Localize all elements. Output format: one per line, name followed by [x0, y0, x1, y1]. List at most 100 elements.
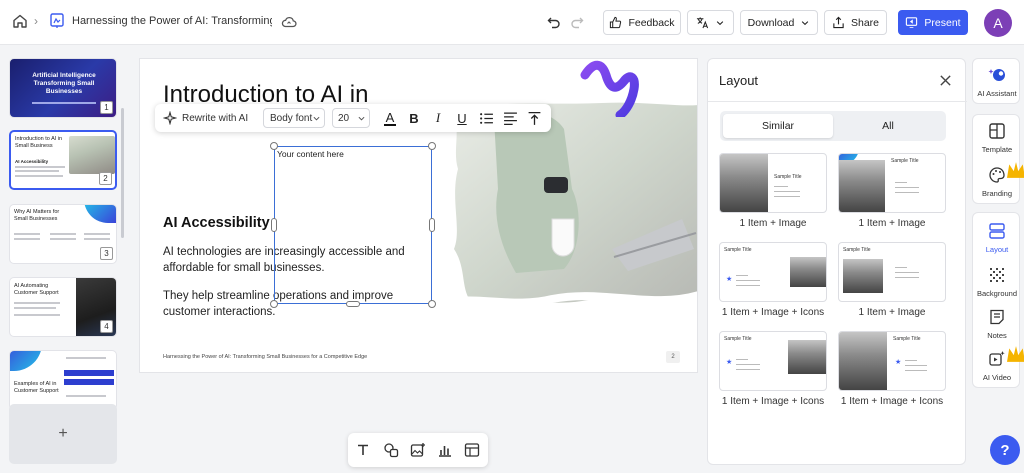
branding-button[interactable]: Branding	[973, 159, 1024, 203]
text-line	[736, 280, 760, 281]
layout-button[interactable]: Layout	[973, 215, 1021, 259]
resize-handle-bottom-left[interactable]	[270, 300, 278, 308]
text-color-button[interactable]: A	[381, 109, 399, 127]
layout-option-label: 1 Item + Image	[858, 218, 926, 229]
layout-option-1[interactable]: Sample Title	[719, 153, 827, 213]
redo-icon[interactable]	[569, 14, 585, 30]
thumbnail-title: AI Automating Customer Support	[14, 283, 59, 296]
insert-shape-button[interactable]	[382, 441, 400, 459]
slide-thumbnail-5[interactable]: Examples of AI in Customer Support	[9, 350, 117, 410]
insert-toolbar	[348, 433, 488, 467]
font-size-value: 20	[338, 112, 350, 124]
layout-sample-title: Sample Title	[891, 158, 919, 164]
notes-label: Notes	[987, 331, 1007, 340]
add-slide-button[interactable]: +	[9, 404, 117, 464]
underline-button[interactable]: U	[453, 109, 471, 127]
text-box-content[interactable]: Your content here	[277, 149, 344, 159]
bullet-list-button[interactable]	[477, 109, 495, 127]
layout-option-label: 1 Item + Image + Icons	[721, 396, 825, 407]
layout-sample-title: Sample Title	[724, 247, 752, 253]
layout-option-label: 1 Item + Image	[858, 307, 926, 318]
resize-handle-right[interactable]	[429, 218, 435, 232]
template-icon	[989, 123, 1005, 139]
slide-number: 4	[100, 320, 113, 333]
resize-handle-top-right[interactable]	[428, 142, 436, 150]
insert-image-button[interactable]	[409, 441, 427, 459]
vertical-align-button[interactable]	[525, 109, 543, 127]
help-button[interactable]: ?	[990, 435, 1020, 465]
text-line	[895, 182, 907, 183]
share-label: Share	[850, 16, 880, 29]
resize-handle-bottom[interactable]	[346, 301, 360, 307]
font-size-select[interactable]: 20	[332, 108, 370, 128]
section-heading[interactable]: AI Accessibility	[163, 215, 270, 231]
layout-filter-tabs: Similar All	[720, 111, 946, 141]
user-avatar[interactable]: A	[984, 9, 1012, 37]
template-button[interactable]: Template	[973, 115, 1021, 159]
thumbnail-scrollbar[interactable]	[121, 108, 124, 238]
right-tool-rail: AI Assistant Template Branding Layout Ba…	[972, 56, 1024, 473]
text-line	[895, 192, 919, 193]
rail-group-design: Template Branding	[972, 114, 1024, 204]
layout-option-5[interactable]: Sample Title ★	[719, 331, 827, 391]
slide-thumbnail-2[interactable]: Introduction to AI in Small Business AI …	[9, 130, 117, 190]
present-screen-icon	[906, 17, 918, 28]
selected-text-box[interactable]: Your content here	[274, 146, 432, 304]
thumbs-up-icon	[610, 16, 622, 29]
ai-assistant-label: AI Assistant	[977, 89, 1017, 98]
align-button[interactable]	[501, 109, 519, 127]
share-button[interactable]: Share	[824, 10, 887, 35]
layout-option-3[interactable]: Sample Title ★	[719, 242, 827, 302]
font-family-select[interactable]: Body font	[263, 108, 325, 128]
insert-text-button[interactable]	[354, 441, 372, 459]
notes-button[interactable]: Notes	[973, 301, 1021, 345]
ai-video-button[interactable]: AI Video	[973, 343, 1024, 387]
slide-thumbnail-3[interactable]: Why AI Matters for Small Businesses 3	[9, 204, 117, 264]
bold-button[interactable]: B	[405, 109, 423, 127]
background-button[interactable]: Background	[973, 259, 1021, 303]
italic-button[interactable]: I	[429, 109, 447, 127]
close-icon[interactable]	[939, 74, 952, 87]
ai-video-label: AI Video	[982, 373, 1012, 382]
text-line	[14, 307, 56, 309]
text-color-letter: A	[385, 109, 395, 125]
layout-thumbnail-image	[720, 154, 768, 212]
chevron-down-icon	[313, 116, 320, 121]
layout-thumbnail-image	[843, 259, 883, 293]
undo-icon[interactable]	[546, 14, 562, 30]
shapes-icon	[384, 443, 399, 458]
text-line	[736, 364, 760, 365]
resize-handle-top-left[interactable]	[270, 142, 278, 150]
layout-option-2[interactable]: Sample Title	[838, 153, 946, 213]
align-top-icon	[528, 111, 540, 125]
home-icon[interactable]	[12, 13, 28, 29]
slide-thumbnail-1[interactable]: Artificial Intelligence Transforming Sma…	[9, 58, 117, 118]
bullet-list-icon	[479, 112, 493, 124]
chevron-down-icon	[802, 20, 809, 25]
rail-group-slide: Layout Background Notes AI Video	[972, 212, 1024, 388]
layout-panel-title: Layout	[719, 73, 759, 88]
slide-number: 1	[100, 101, 113, 114]
tab-similar[interactable]: Similar	[723, 114, 833, 138]
slide-number: 3	[100, 247, 113, 260]
layout-option-4[interactable]: Sample Title	[838, 242, 946, 302]
slide-thumbnail-4[interactable]: AI Automating Customer Support 4	[9, 277, 117, 337]
resize-handle-bottom-right[interactable]	[428, 300, 436, 308]
layout-label: Layout	[985, 245, 1009, 254]
translate-button[interactable]	[687, 10, 734, 35]
rail-group-ai: AI Assistant	[972, 58, 1020, 104]
feedback-button[interactable]: Feedback	[603, 10, 681, 35]
ai-assistant-button[interactable]: AI Assistant	[973, 59, 1021, 103]
layout-option-6[interactable]: Sample Title ★	[838, 331, 946, 391]
present-button[interactable]: Present	[898, 10, 968, 35]
insert-table-button[interactable]	[463, 441, 481, 459]
download-button[interactable]: Download	[740, 10, 818, 35]
document-title[interactable]: Harnessing the Power of AI: Transforming…	[72, 15, 272, 27]
insert-chart-button[interactable]	[436, 441, 454, 459]
resize-handle-left[interactable]	[271, 218, 277, 232]
thumbnail-accent-shape	[10, 351, 42, 371]
text-line	[14, 233, 40, 235]
rewrite-with-ai-button[interactable]: Rewrite with AI	[163, 109, 248, 127]
tab-all[interactable]: All	[833, 114, 943, 138]
text-line	[14, 314, 60, 316]
